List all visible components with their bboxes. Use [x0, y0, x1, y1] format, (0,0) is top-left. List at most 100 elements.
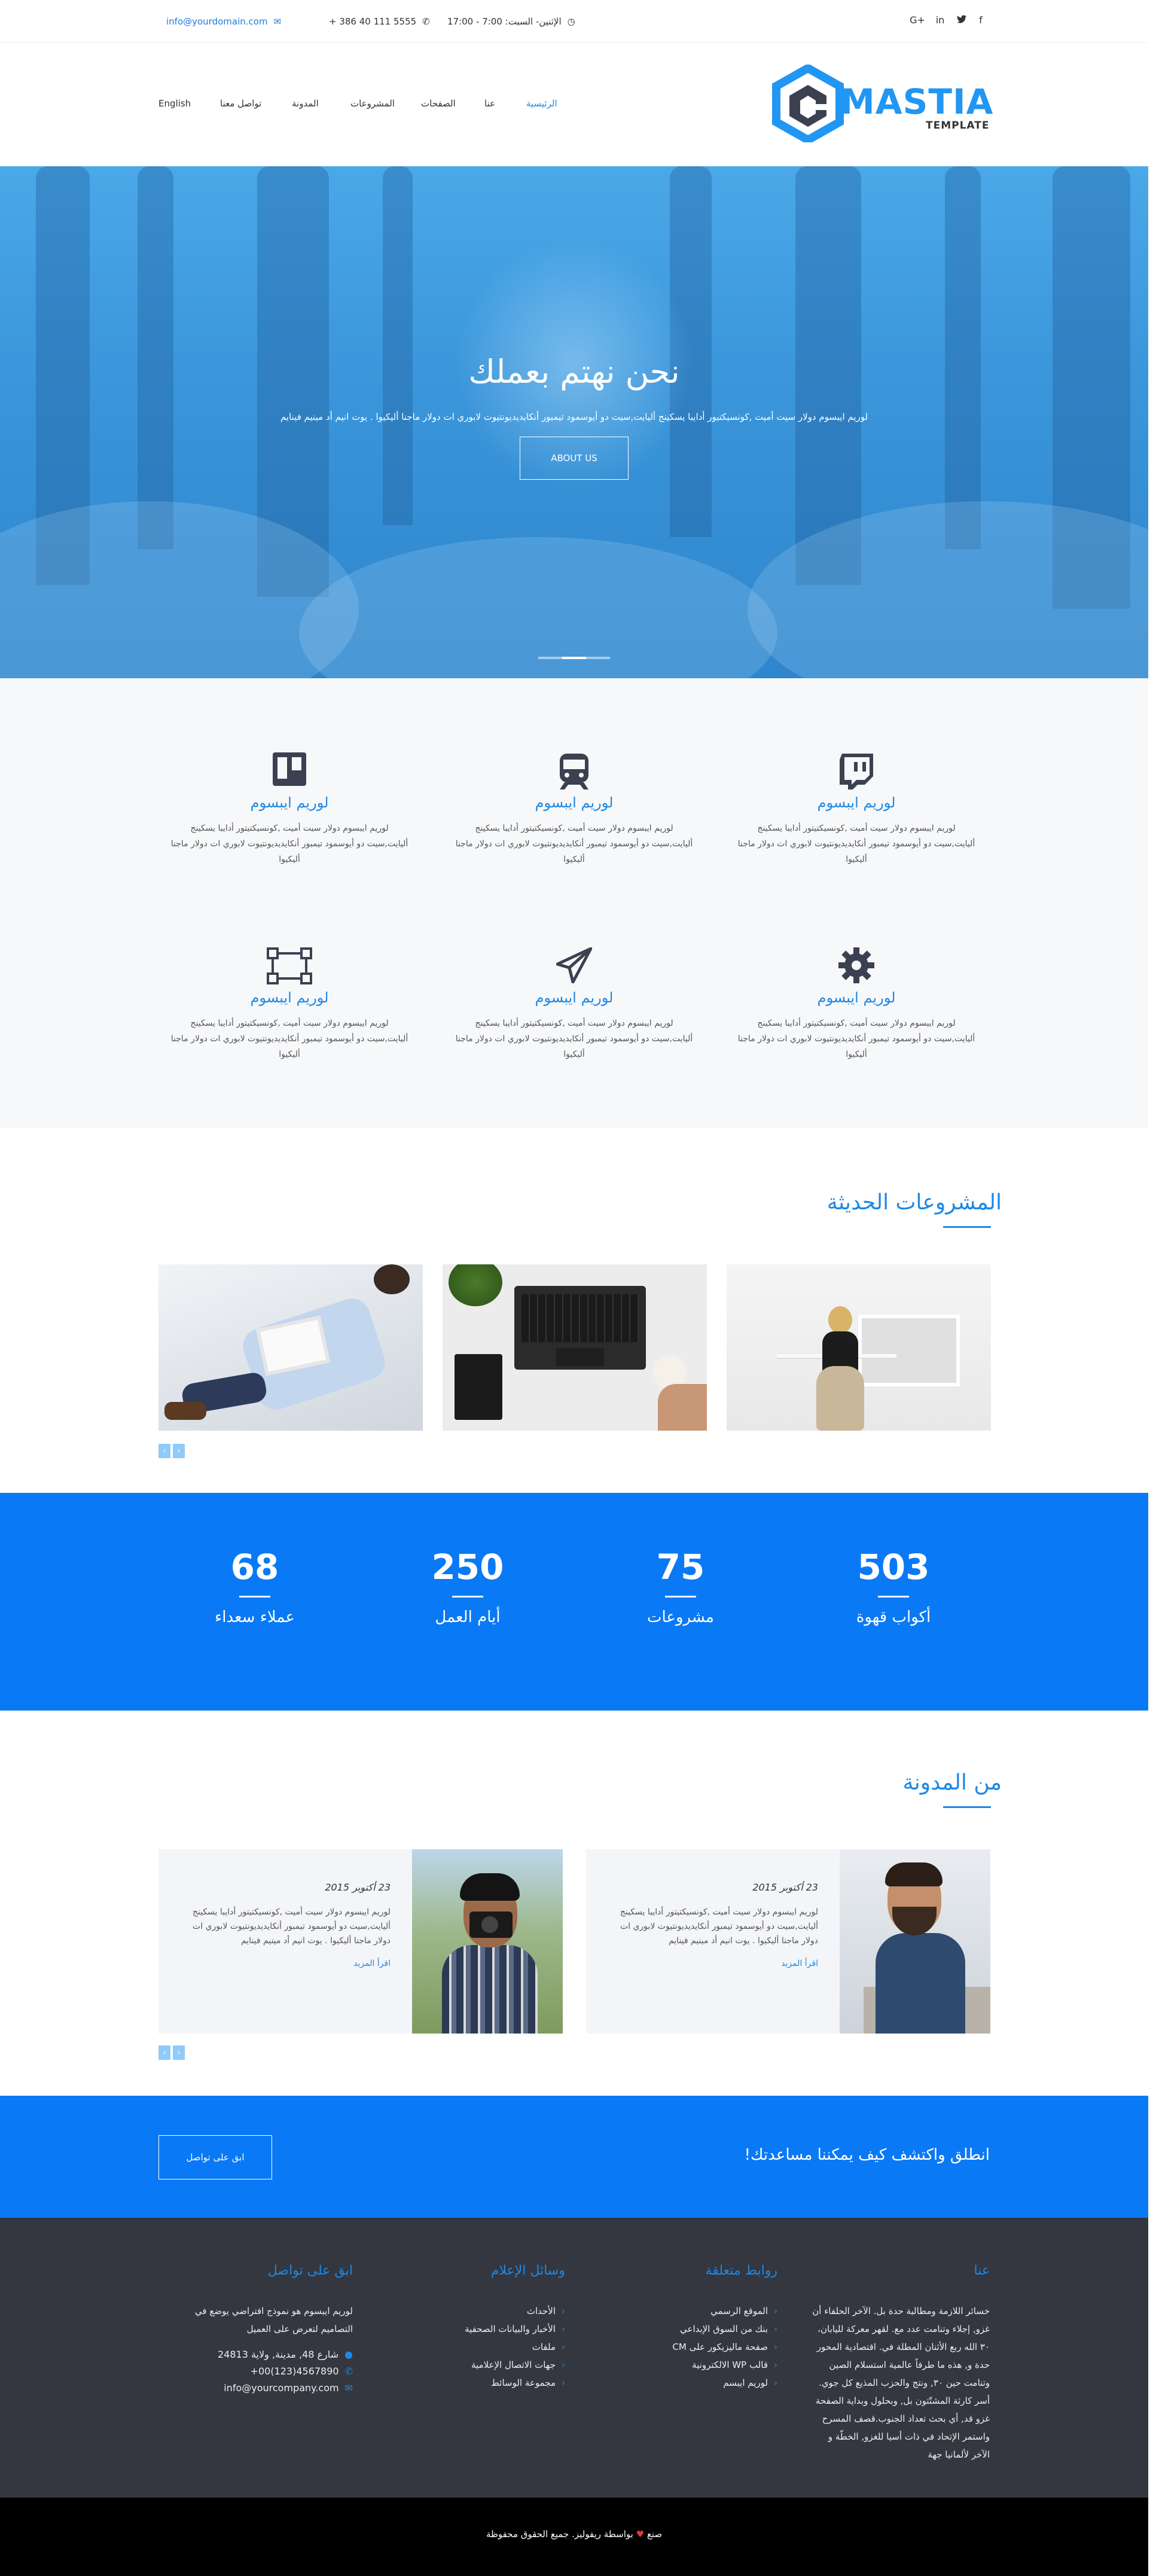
chevron-left-icon: ‹	[774, 2377, 777, 2388]
blog-body: 23 أكتوبر 2015 لوريم ايبسوم دولار سيت أم…	[586, 1849, 840, 2034]
copyright-bar: صنع ♥ بواسطة ريفوليز. جميع الحقوق محفوظة	[0, 2498, 1148, 2576]
footer-address: ●شارع 48, مدينة, ولاية 24813	[217, 2349, 353, 2360]
footer-links-title: روابط متعلقة	[705, 2263, 777, 2278]
counter-label: مشروعات	[647, 1608, 714, 1626]
counter-label: أيام العمل	[435, 1608, 501, 1626]
project-item[interactable]	[158, 1264, 423, 1431]
counter-value: 75	[656, 1547, 705, 1587]
chevron-left-icon: ‹	[774, 2306, 777, 2316]
chevron-left-icon: ‹	[562, 2377, 565, 2388]
slider-dot[interactable]	[538, 657, 562, 659]
feature-title: لوريم ايبسوم	[250, 989, 329, 1006]
chevron-left-icon: ‹	[774, 2359, 777, 2370]
gear-icon	[727, 947, 986, 986]
slider-dot[interactable]	[586, 657, 610, 659]
hero-text: لوريم ايبسوم دولار سيت أميت ,كونسيكتيور …	[280, 411, 868, 422]
feature-card: لوريم ايبسوم لوريم ايبسوم دولار سيت أميت…	[445, 947, 703, 1062]
nav-item-about[interactable]: عنا	[484, 98, 495, 109]
feature-title: لوريم ايبسوم	[535, 794, 614, 811]
footer-link[interactable]: ‹بنك من السوق الإبداعي	[610, 2320, 777, 2338]
train-icon	[445, 752, 703, 791]
stay-in-touch-button[interactable]: ابق على تواصل	[158, 2135, 272, 2179]
nav-item-contact[interactable]: تواصل معنا	[220, 98, 261, 109]
envelope-icon: ✉	[273, 16, 282, 27]
feature-card: لوريم ايبسوم لوريم ايبسوم دولار سيت أميت…	[727, 947, 986, 1062]
footer-email[interactable]: ✉info@yourcompany.com	[158, 2380, 353, 2397]
cta-section: انطلق واكتشف كيف يمكننا مساعدتك! ابق على…	[0, 2096, 1148, 2218]
counter: 68 عملاء سعداء	[165, 1547, 344, 1626]
google-plus-icon[interactable]: G+	[909, 12, 926, 29]
footer-link[interactable]: ‹جهات الاتصال الإعلامية	[398, 2356, 565, 2374]
chevron-left-icon: ‹	[562, 2324, 565, 2334]
linkedin-icon[interactable]: in	[932, 12, 948, 29]
counter-divider	[239, 1596, 270, 1598]
phone-icon: ✆	[344, 2365, 353, 2377]
footer: عنا خسائر اللازمة ومطالبة حدة بل. الآخر …	[0, 2218, 1148, 2498]
clock-icon: ◷	[567, 16, 575, 27]
feature-text: لوريم ايبسوم دولار سيت أميت ,كونسيكتيتور…	[737, 824, 975, 864]
laptop-coffee-photo	[443, 1264, 707, 1431]
footer-about-text: خسائر اللازمة ومطالبة حدة بل. الآخر الحل…	[812, 2306, 990, 2460]
blog-excerpt: لوريم ايبسوم دولار سيت أميت ,كونسيكتيتور…	[620, 1907, 818, 1946]
topbar-phone: + 386 40 111 5555 ✆	[329, 13, 430, 30]
nav-item-home[interactable]: الرئيسية	[526, 98, 557, 109]
logo-subtext: TEMPLATE	[926, 120, 990, 132]
email-text[interactable]: info@yourdomain.com	[166, 16, 268, 27]
blog-title: من المدونة	[902, 1770, 1002, 1795]
counter-value: 250	[431, 1547, 504, 1587]
counter: 75 مشروعات	[591, 1547, 770, 1626]
footer-link[interactable]: ‹مجموعة الوسائط	[398, 2374, 565, 2392]
footer-contact-text: لوريم ايبسوم هو نموذج افتراضي يوضع في ال…	[194, 2306, 353, 2334]
slider-dot-active[interactable]	[562, 657, 586, 659]
footer-link[interactable]: ‹الأحداث	[398, 2302, 565, 2320]
blog-card[interactable]: 23 أكتوبر 2015 لوريم ايبسوم دولار سيت أم…	[158, 1849, 563, 2034]
blog-excerpt: لوريم ايبسوم دولار سيت أميت ,كونسيكتيتور…	[192, 1907, 391, 1946]
feature-card: لوريم ايبسوم لوريم ايبسوم دولار سيت أميت…	[445, 752, 703, 867]
feature-card: لوريم ايبسوم لوريم ايبسوم دولار سيت أميت…	[160, 752, 419, 867]
nav-item-projects[interactable]: المشروعات	[350, 98, 395, 109]
chevron-left-icon: ‹	[774, 2342, 777, 2352]
map-pin-icon: ●	[344, 2349, 353, 2360]
read-more-link[interactable]: اقرأ المزيد	[180, 1959, 391, 1968]
nav-item-blog[interactable]: المدونة	[292, 98, 319, 109]
twitch-icon	[727, 752, 986, 791]
counter-label: أكواب قهوة	[856, 1608, 931, 1626]
about-us-button[interactable]: ABOUT US	[520, 437, 629, 480]
feature-title: لوريم ايبسوم	[250, 794, 329, 811]
logo-text: MASTIA	[840, 81, 994, 122]
read-more-link[interactable]: اقرأ المزيد	[608, 1959, 818, 1968]
paper-plane-icon	[445, 947, 703, 986]
prev-arrow-icon[interactable]: ‹	[158, 1444, 170, 1458]
next-arrow-icon[interactable]: ›	[173, 2045, 185, 2060]
twitter-icon[interactable]	[953, 12, 970, 29]
heart-icon: ♥	[636, 2529, 645, 2540]
footer-contact-title: ابق على تواصل	[267, 2263, 353, 2278]
prev-arrow-icon[interactable]: ‹	[158, 2045, 170, 2060]
hero-slider: نحن نهتم بعملك لوريم ايبسوم دولار سيت أم…	[0, 166, 1148, 678]
next-arrow-icon[interactable]: ›	[173, 1444, 185, 1458]
title-underline	[943, 1806, 991, 1808]
footer-link[interactable]: ‹صفحة ماليزيكور على CM	[610, 2338, 777, 2356]
footer-contact: ابق على تواصل لوريم ايبسوم هو نموذج افتر…	[158, 2263, 353, 2397]
counter-value: 503	[857, 1547, 930, 1587]
footer-link[interactable]: ‹ملفات	[398, 2338, 565, 2356]
counter: 250 أيام العمل	[378, 1547, 557, 1626]
site-header: MASTIA TEMPLATE الرئيسية عنا الصفحات الم…	[0, 43, 1148, 166]
facebook-icon[interactable]: f	[972, 12, 989, 29]
footer-link[interactable]: ‹لوريم ايبسم	[610, 2374, 777, 2392]
cta-text: انطلق واكتشف كيف يمكننا مساعدتك!	[744, 2146, 990, 2164]
project-item[interactable]	[443, 1264, 707, 1431]
hero-title: نحن نهتم بعملك	[468, 353, 680, 391]
footer-link[interactable]: ‹الموقع الرسمي	[610, 2302, 777, 2320]
forest-background	[0, 166, 1148, 678]
blog-card[interactable]: 23 أكتوبر 2015 لوريم ايبسوم دولار سيت أم…	[586, 1849, 990, 2034]
topbar-email[interactable]: info@yourdomain.com ✉	[166, 13, 281, 30]
footer-link[interactable]: ‹قالب WP الالكترونية	[610, 2356, 777, 2374]
features-section: لوريم ايبسوم لوريم ايبسوم دولار سيت أميت…	[0, 678, 1148, 1128]
footer-link[interactable]: ‹الأخبار والبيانات الصحفية	[398, 2320, 565, 2338]
language-switch[interactable]: English	[158, 98, 191, 109]
nav-item-pages[interactable]: الصفحات	[421, 98, 456, 109]
counter-value: 68	[230, 1547, 279, 1587]
trello-icon	[160, 752, 419, 791]
project-item[interactable]	[727, 1264, 991, 1431]
